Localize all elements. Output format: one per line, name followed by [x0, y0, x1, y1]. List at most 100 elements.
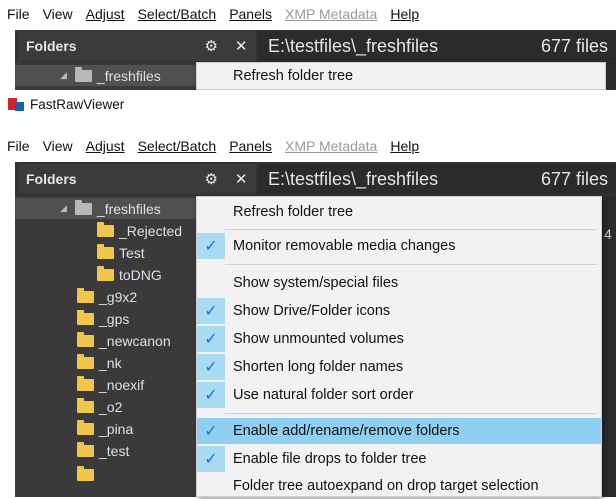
close-icon[interactable]: ✕	[235, 37, 248, 55]
tree-item-newcanon[interactable]: _newcanon	[77, 330, 171, 351]
menu-select-batch[interactable]: Select/Batch	[131, 138, 223, 154]
tree-item-label: _noexif	[99, 376, 145, 393]
title-bar: FastRawViewer	[0, 90, 616, 118]
checkmark-icon: ✓	[197, 298, 225, 324]
tree-item-label: _g9x2	[99, 288, 138, 305]
tree-item-freshfiles[interactable]: ◢ _freshfiles	[15, 198, 196, 219]
menu-item-label: Enable add/rename/remove folders	[233, 423, 460, 439]
menu-item-autoexpand-on-drop[interactable]: Folder tree autoexpand on drop target se…	[197, 473, 601, 499]
menu-adjust[interactable]: Adjust	[79, 138, 131, 154]
path-bar-top: E:\testfiles\_freshfiles 677 files	[258, 31, 616, 61]
checkmark-icon: ✓	[197, 382, 225, 408]
menu-item-label: Show Drive/Folder icons	[233, 303, 391, 319]
folder-icon	[77, 309, 94, 325]
menu-file[interactable]: File	[0, 6, 36, 22]
folder-tree-context-menu: Refresh folder tree ✓ Monitor removable …	[196, 196, 602, 497]
folders-header-top: Folders	[18, 31, 196, 61]
checkmark-icon: ✓	[197, 326, 225, 352]
menu-item-label: Use natural folder sort order	[233, 387, 414, 403]
checkmark-icon: ✓	[197, 446, 225, 472]
menu-file[interactable]: File	[0, 138, 36, 154]
menu-panels[interactable]: Panels	[222, 138, 278, 154]
folders-title: Folders	[26, 171, 77, 187]
menu-bar: File View Adjust Select/Batch Panels XMP…	[0, 134, 616, 158]
folder-icon	[97, 243, 114, 259]
tree-item-label: _Rejected	[119, 222, 183, 239]
menu-separator	[225, 413, 597, 414]
menu-item-label: Show system/special files	[233, 275, 399, 291]
trailing-digit: 4	[604, 226, 612, 242]
checkmark-icon: ✓	[197, 233, 225, 259]
tree-item-label: _test	[99, 442, 130, 459]
folder-icon	[77, 397, 94, 413]
menu-help[interactable]: Help	[383, 6, 425, 22]
path-text-top: E:\testfiles\_freshfiles	[268, 35, 439, 56]
folders-title-top: Folders	[26, 38, 77, 54]
menu-view[interactable]: View	[36, 138, 79, 154]
tree-item-noexif[interactable]: _noexif	[77, 374, 144, 395]
menu-view[interactable]: View	[36, 6, 79, 22]
tree-item-todng[interactable]: toDNG	[97, 264, 162, 285]
menu-item-show-drive-folder-icons[interactable]: ✓ Show Drive/Folder icons	[197, 298, 601, 324]
menu-select-batch[interactable]: Select/Batch	[131, 6, 223, 22]
tree-item-test-root[interactable]: _test	[77, 440, 129, 461]
folder-icon	[97, 265, 114, 281]
tree-item-label: toDNG	[119, 266, 162, 283]
gear-icon[interactable]: ⚙	[204, 37, 217, 55]
file-count: 677 files	[540, 168, 608, 189]
tree-item-label: _pina	[99, 420, 134, 437]
menu-item-shorten-long-names[interactable]: ✓ Shorten long folder names	[197, 354, 601, 380]
tree-item-label: _gps	[99, 310, 130, 327]
tree-item-partial[interactable]	[77, 464, 99, 485]
tree-top-partial: ◢ _freshfiles	[15, 62, 196, 90]
tree-item-label: _o2	[99, 398, 123, 415]
tree-item-label: _freshfiles	[96, 67, 161, 84]
menu-bar-top: File View Adjust Select/Batch Panels XMP…	[0, 2, 616, 26]
tree-item-label: _nk	[99, 354, 122, 371]
menu-adjust[interactable]: Adjust	[79, 6, 131, 22]
folder-gray-icon	[74, 199, 92, 215]
menu-item-natural-sort-order[interactable]: ✓ Use natural folder sort order	[197, 382, 601, 408]
tree-item-nk[interactable]: _nk	[77, 352, 122, 373]
menu-item-label: Refresh folder tree	[233, 68, 354, 84]
menu-xmp-metadata[interactable]: XMP Metadata	[278, 138, 383, 154]
menu-help[interactable]: Help	[383, 138, 425, 154]
file-count-top: 677 files	[540, 35, 608, 56]
menu-item-enable-file-drops[interactable]: ✓ Enable file drops to folder tree	[197, 446, 601, 472]
menu-panels[interactable]: Panels	[222, 6, 278, 22]
expand-arrow-icon[interactable]: ◢	[60, 70, 67, 81]
folders-header-icons: ⚙ ✕	[196, 164, 256, 194]
close-icon[interactable]: ✕	[235, 170, 248, 188]
menu-item-enable-add-rename-remove[interactable]: ✓ Enable add/rename/remove folders	[197, 418, 601, 444]
tree-item-freshfiles-top[interactable]: ◢ _freshfiles	[15, 65, 196, 86]
path-bar: E:\testfiles\_freshfiles 677 files	[258, 164, 616, 194]
menu-xmp-metadata[interactable]: XMP Metadata	[278, 6, 383, 22]
fastrawviewer-logo-icon	[8, 96, 24, 112]
tree-item-rejected[interactable]: _Rejected	[97, 220, 182, 241]
menu-item-show-system-files[interactable]: Show system/special files	[197, 270, 601, 296]
gear-icon[interactable]: ⚙	[204, 170, 217, 188]
tree-item-test[interactable]: Test	[97, 242, 145, 263]
window-title: FastRawViewer	[30, 96, 125, 112]
menu-item-refresh-folder-tree[interactable]: Refresh folder tree	[197, 199, 601, 225]
menu-separator	[225, 264, 597, 265]
folder-icon	[77, 353, 94, 369]
folder-icon	[77, 375, 94, 391]
tree-item-label: _newcanon	[99, 332, 171, 349]
tree-item-gps[interactable]: _gps	[77, 308, 129, 329]
menu-item-label: Show unmounted volumes	[233, 331, 404, 347]
tree-item-o2[interactable]: _o2	[77, 396, 122, 417]
menu-item-label: Monitor removable media changes	[233, 238, 456, 254]
menu-item-refresh-top[interactable]: Refresh folder tree	[197, 63, 605, 89]
folder-icon	[77, 441, 94, 457]
tree-item-g9x2[interactable]: _g9x2	[77, 286, 137, 307]
menu-item-monitor-removable-media[interactable]: ✓ Monitor removable media changes	[197, 233, 601, 259]
folder-icon	[77, 331, 94, 347]
folder-gray-icon	[74, 66, 92, 82]
folder-tree: ◢ _freshfiles _Rejected Test toDNG _g9x2…	[15, 196, 196, 497]
expand-arrow-icon[interactable]: ◢	[60, 203, 67, 214]
folder-icon	[97, 221, 114, 237]
tree-item-pina[interactable]: _pina	[77, 418, 133, 439]
menu-separator	[225, 229, 597, 230]
menu-item-show-unmounted-volumes[interactable]: ✓ Show unmounted volumes	[197, 326, 601, 352]
